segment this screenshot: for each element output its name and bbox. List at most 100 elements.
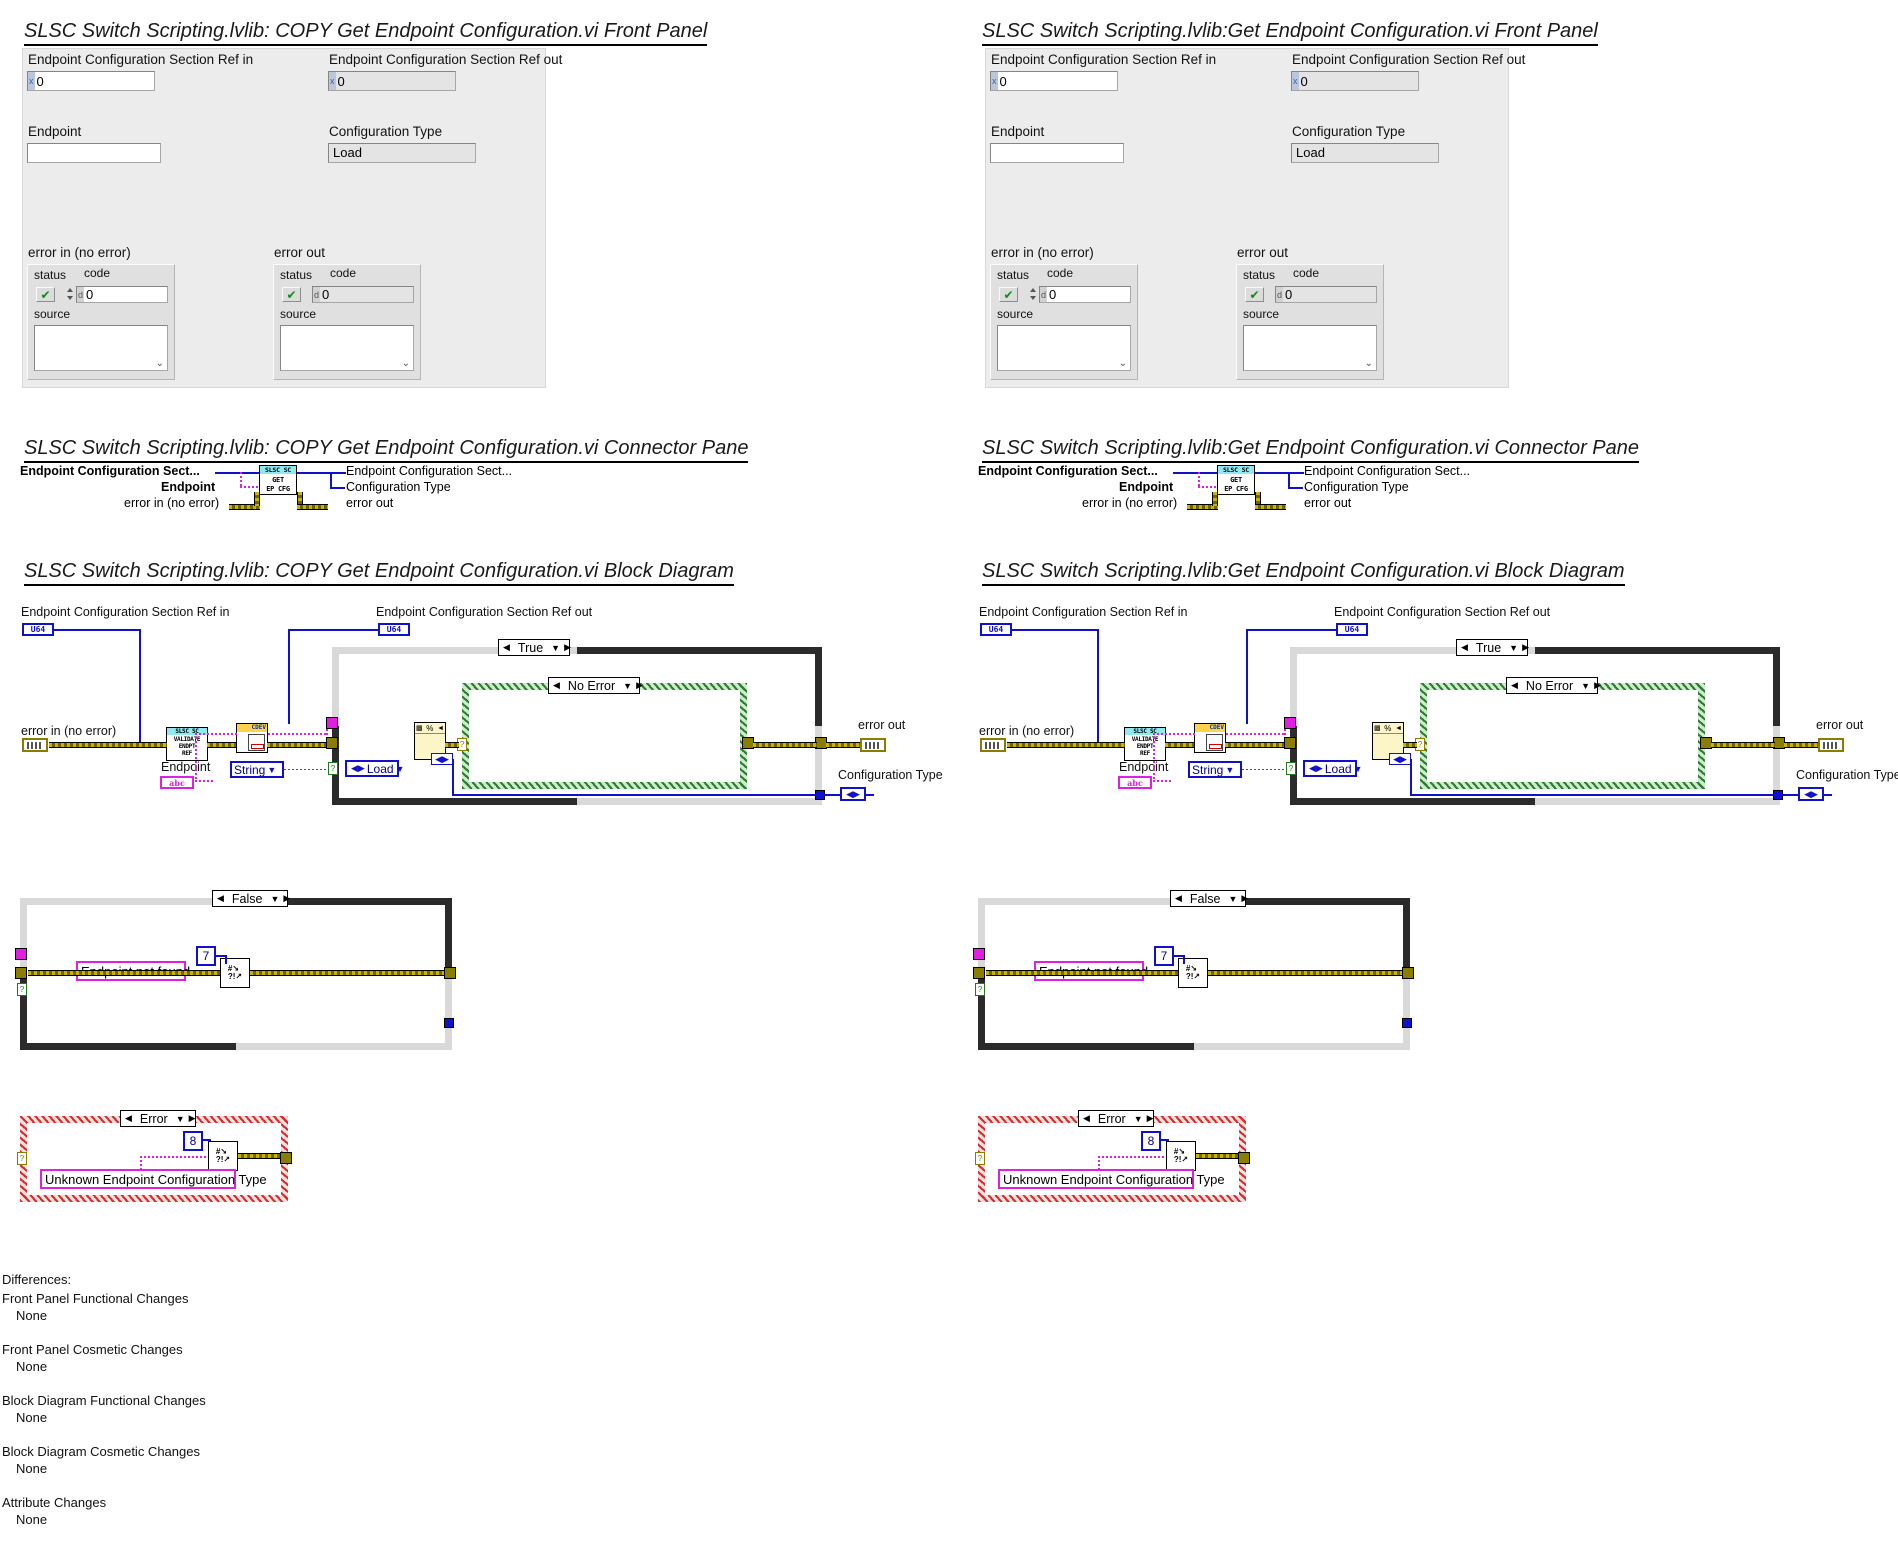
dec-radix-icon[interactable]: d	[1040, 287, 1048, 302]
prev-case-icon[interactable]: ◀	[1081, 1113, 1092, 1124]
chevron-down-icon[interactable]: ▼	[1352, 764, 1365, 774]
false-tunnel-string-in[interactable]	[15, 948, 27, 960]
chevron-down-icon[interactable]: ▼	[1227, 894, 1240, 904]
bd-ref-out-terminal[interactable]: U64	[1336, 623, 1368, 636]
error-case-selector[interactable]: ◀ Error ▼ ▶	[120, 1110, 196, 1127]
bd-error-out-terminal[interactable]	[1818, 738, 1844, 752]
prev-case-icon[interactable]: ◀	[501, 642, 512, 653]
error-cluster-from-error-code-node[interactable]: #↘ ?!↗	[208, 1141, 238, 1171]
inner-case-structure[interactable]	[462, 683, 747, 789]
string-enum-constant[interactable]: String ▼	[230, 761, 284, 778]
bd-cfgtype-terminal[interactable]: ◀▶	[1798, 787, 1824, 801]
error-code-constant[interactable]: 7	[196, 946, 216, 966]
prev-case-icon[interactable]: ◀	[1509, 680, 1520, 691]
chevron-down-icon[interactable]: ▼	[549, 643, 562, 653]
error-cluster-from-error-code-node[interactable]: #↘ ?!↗	[1166, 1141, 1196, 1171]
false-tunnel-blue-out[interactable]	[1402, 1018, 1412, 1028]
chevron-down-icon[interactable]: ▼	[265, 765, 278, 775]
chevron-down-icon[interactable]: ▼	[394, 764, 407, 774]
load-enum-constant[interactable]: ◀▶ Load ▼	[345, 760, 404, 777]
dec-radix-icon[interactable]: d	[77, 287, 85, 302]
next-case-icon[interactable]: ▶	[187, 1113, 198, 1124]
chevron-down-icon[interactable]: ▼	[1223, 765, 1236, 775]
false-tunnel-error-in[interactable]	[15, 967, 27, 979]
unknown-cfg-type-constant[interactable]: Unknown Endpoint Configuration Type	[40, 1169, 267, 1189]
tunnel-error-in[interactable]	[326, 737, 338, 749]
false-case-selector[interactable]: ◀ False ▼ ▶	[212, 890, 290, 907]
chevron-down-icon[interactable]: ▼	[621, 681, 634, 691]
false-case-selector[interactable]: ◀ False ▼ ▶	[1170, 890, 1248, 907]
error-tunnel-out[interactable]	[280, 1152, 292, 1164]
scroll-down-icon[interactable]: ⌄	[1119, 358, 1127, 369]
vi-server-property-node[interactable]: CDEV	[1194, 723, 1226, 753]
prev-case-icon[interactable]: ◀	[1173, 893, 1184, 904]
tunnel-enum-in[interactable]: ?	[1286, 762, 1296, 775]
bd-error-in-terminal[interactable]	[22, 738, 48, 752]
prev-case-icon[interactable]: ◀	[551, 680, 562, 691]
false-tunnel-error-out[interactable]	[1402, 967, 1414, 979]
bd-ref-in-terminal[interactable]: U64	[980, 623, 1012, 636]
next-case-icon[interactable]: ▶	[562, 642, 573, 653]
next-case-icon[interactable]: ▶	[281, 893, 292, 904]
error-case-structure[interactable]	[978, 1116, 1246, 1202]
error-tunnel-out[interactable]	[1238, 1152, 1250, 1164]
error-tunnel-in[interactable]: ?	[17, 1152, 27, 1165]
false-tunnel-enum-in[interactable]: ?	[975, 983, 985, 996]
error-code-constant[interactable]: 8	[183, 1131, 203, 1151]
vi-server-property-node[interactable]: CDEV	[236, 723, 268, 753]
load-enum-constant[interactable]: ◀▶ Load ▼	[1303, 760, 1362, 777]
endpoint-input[interactable]	[990, 143, 1124, 163]
chevron-down-icon[interactable]: ▼	[174, 1114, 187, 1124]
status-led[interactable]: ✔	[36, 287, 55, 302]
error-code-constant[interactable]: 8	[1141, 1131, 1161, 1151]
bd-endpoint-terminal[interactable]: abc	[160, 776, 194, 789]
error-in-cluster[interactable]: status code ✔ d 0 source ⌄	[990, 264, 1138, 380]
chevron-down-icon[interactable]: ▼	[1507, 643, 1520, 653]
outer-case-selector[interactable]: ◀ True ▼ ▶	[498, 639, 573, 656]
bd-ref-in-terminal[interactable]: U64	[22, 623, 54, 636]
false-tunnel-string-in[interactable]	[973, 948, 985, 960]
code-field[interactable]: d 0	[1039, 286, 1131, 303]
bd-error-in-terminal[interactable]	[980, 738, 1006, 752]
next-case-icon[interactable]: ▶	[1520, 642, 1531, 653]
prev-case-icon[interactable]: ◀	[1459, 642, 1470, 653]
chevron-down-icon[interactable]: ▼	[269, 894, 282, 904]
tunnel-string-in[interactable]	[1284, 717, 1296, 729]
code-field[interactable]: d 0	[76, 286, 168, 303]
false-tunnel-blue-out[interactable]	[444, 1018, 454, 1028]
tunnel-enum-in[interactable]: ?	[328, 762, 338, 775]
code-spinner-icon[interactable]	[1029, 286, 1038, 302]
next-case-icon[interactable]: ▶	[1239, 893, 1250, 904]
unknown-cfg-type-constant[interactable]: Unknown Endpoint Configuration Type	[998, 1169, 1225, 1189]
string-enum-constant[interactable]: String ▼	[1188, 761, 1242, 778]
error-case-selector[interactable]: ◀ Error ▼ ▶	[1078, 1110, 1154, 1127]
bd-error-out-terminal[interactable]	[860, 738, 886, 752]
bd-endpoint-terminal[interactable]: abc	[1118, 776, 1152, 789]
prev-case-icon[interactable]: ◀	[215, 893, 226, 904]
outer-case-selector[interactable]: ◀ True ▼ ▶	[1456, 639, 1531, 656]
code-spinner-icon[interactable]	[66, 286, 75, 302]
next-case-icon[interactable]: ▶	[634, 680, 645, 691]
inner-case-selector[interactable]: ◀ No Error ▼ ▶	[1506, 677, 1601, 694]
chevron-down-icon[interactable]: ▼	[1132, 1114, 1145, 1124]
false-tunnel-enum-in[interactable]: ?	[17, 983, 27, 996]
error-case-structure[interactable]	[20, 1116, 288, 1202]
tunnel-string-in[interactable]	[326, 717, 338, 729]
false-tunnel-error-in[interactable]	[973, 967, 985, 979]
inner-case-selector[interactable]: ◀ No Error ▼ ▶	[548, 677, 643, 694]
tunnel-error-in[interactable]	[1284, 737, 1296, 749]
status-led[interactable]: ✔	[999, 287, 1018, 302]
inner-case-structure[interactable]	[1420, 683, 1705, 789]
ref-in-field[interactable]: x 0	[990, 71, 1118, 91]
error-in-cluster[interactable]: status code ✔ d 0 source ⌄	[27, 264, 175, 380]
bd-cfgtype-terminal[interactable]: ◀▶	[840, 787, 866, 801]
bd-ref-out-terminal[interactable]: U64	[378, 623, 410, 636]
scroll-down-icon[interactable]: ⌄	[156, 358, 164, 369]
endpoint-input[interactable]	[27, 143, 161, 163]
error-tunnel-in[interactable]: ?	[975, 1152, 985, 1165]
source-input[interactable]: ⌄	[34, 325, 168, 371]
ref-in-field[interactable]: x 0	[27, 71, 155, 91]
chevron-down-icon[interactable]: ▼	[1579, 681, 1592, 691]
next-case-icon[interactable]: ▶	[1592, 680, 1603, 691]
source-input[interactable]: ⌄	[997, 325, 1131, 371]
